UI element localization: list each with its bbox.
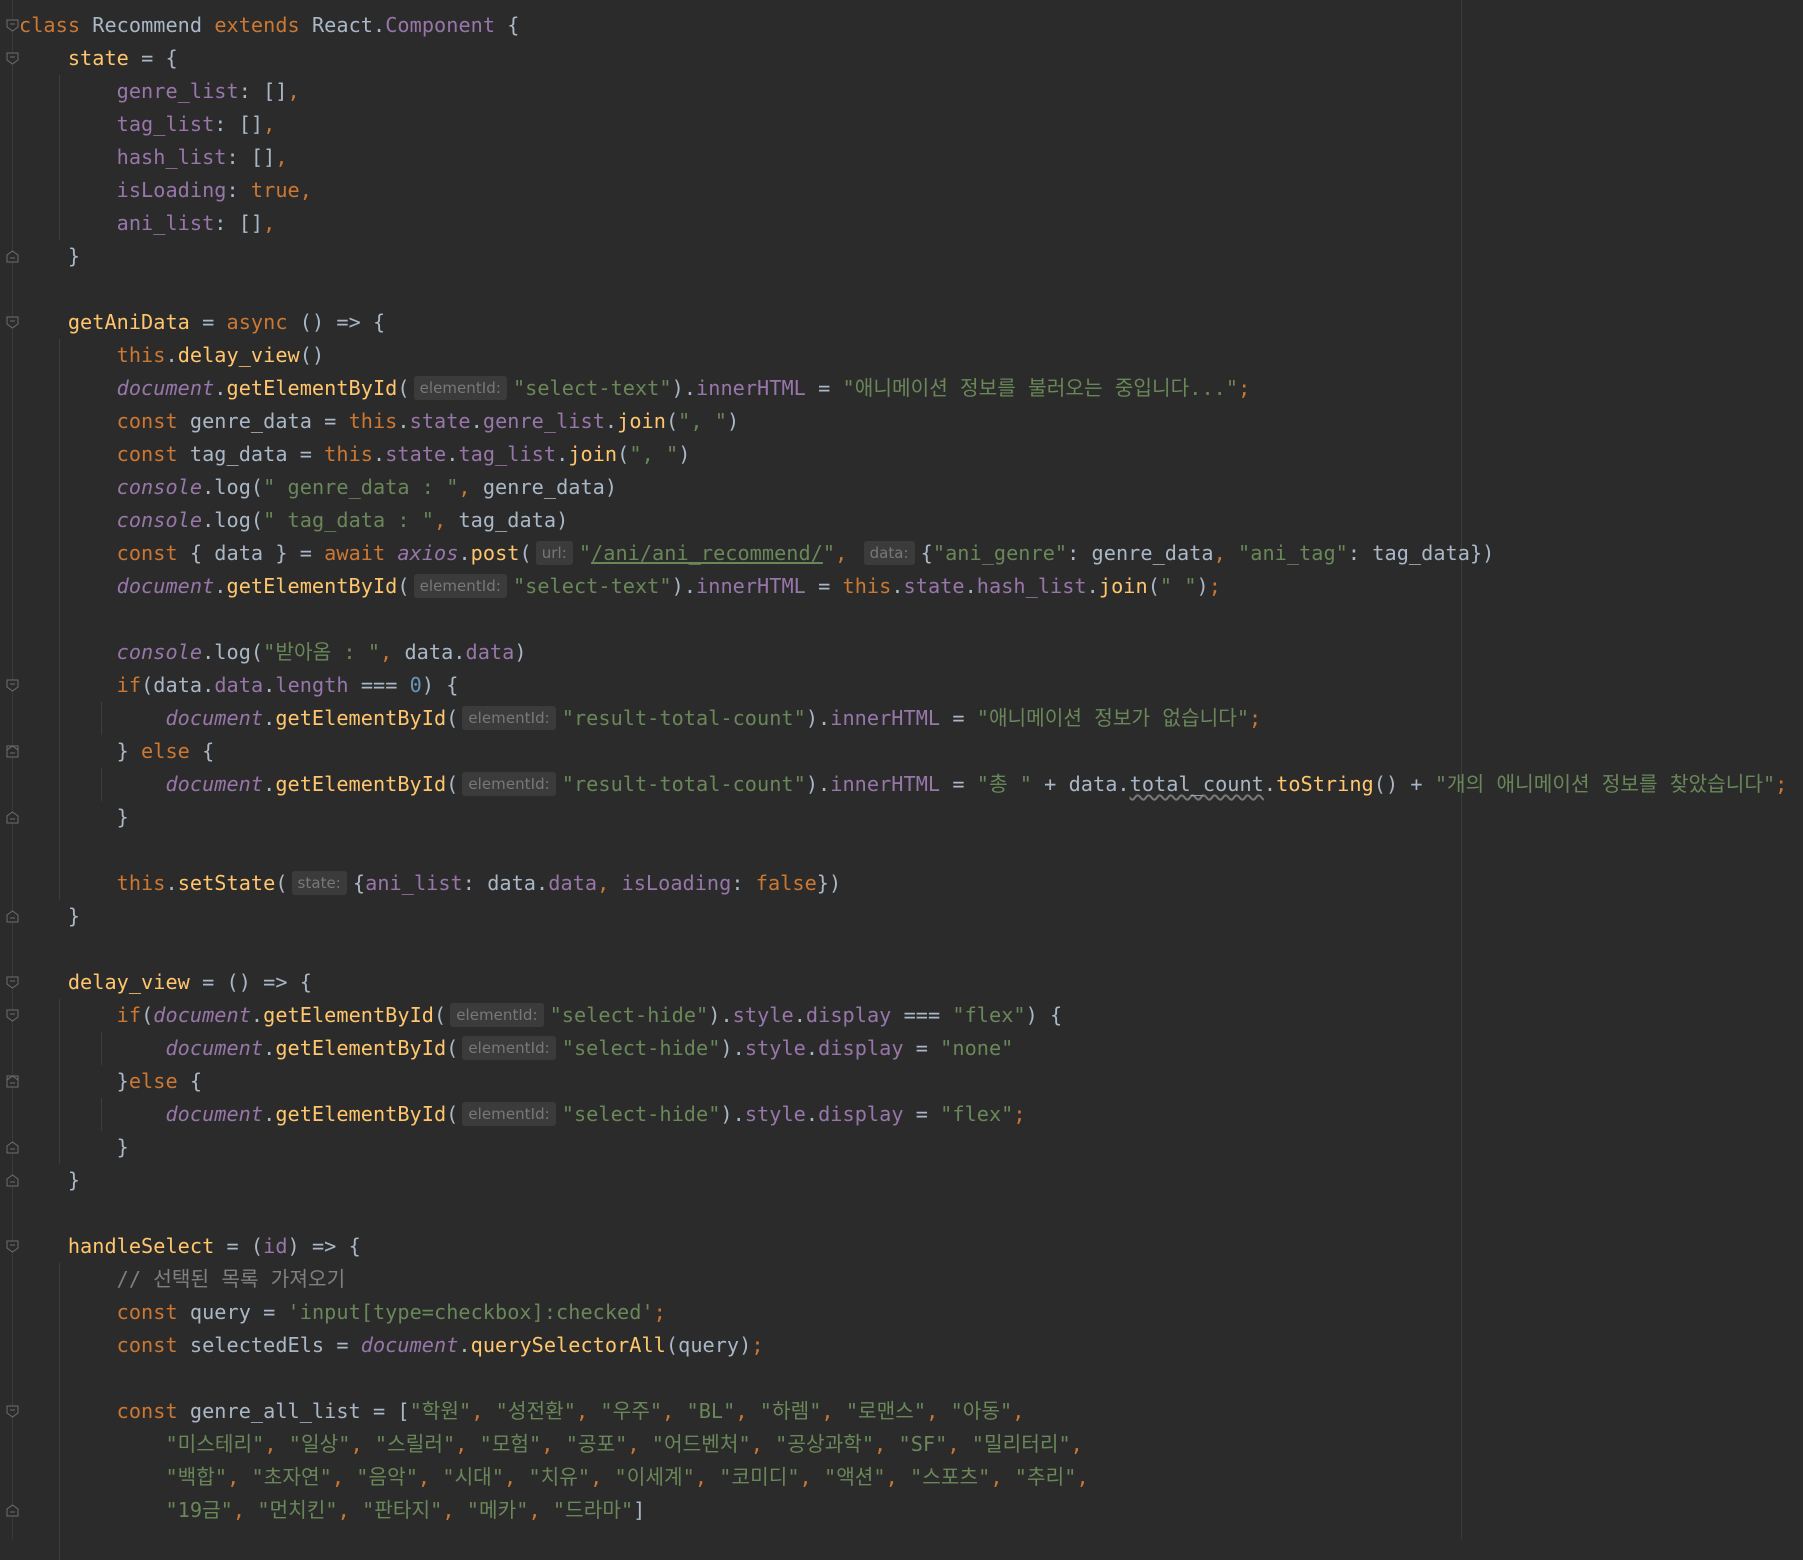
parameter-hint: elementId: [462, 1102, 556, 1126]
fold-close-icon[interactable] [6, 1174, 19, 1187]
fold-close-icon[interactable] [6, 910, 19, 923]
indent-guide [58, 75, 60, 240]
indent-guide [100, 1098, 102, 1131]
parameter-hint: elementId: [462, 1036, 556, 1060]
code-line[interactable]: delay_view = () => { [19, 966, 312, 999]
code-line[interactable]: document.getElementById(elementId: "resul… [19, 702, 1261, 735]
code-line[interactable]: getAniData = async () => { [19, 306, 385, 339]
parameter-hint: state: [291, 871, 347, 895]
code-line[interactable]: const genre_data = this.state.genre_list… [19, 405, 740, 438]
parameter-hint: elementId: [462, 706, 556, 730]
code-editor[interactable]: class Recommend extends React.Component … [0, 0, 1803, 1560]
code-line[interactable]: const selectedEls = document.querySelect… [19, 1329, 764, 1362]
code-line[interactable]: ani_list: [], [19, 207, 276, 240]
code-line[interactable]: } [19, 1131, 129, 1164]
code-line[interactable]: genre_list: [], [19, 75, 300, 108]
code-line[interactable]: "백합", "초자연", "음악", "시대", "치유", "이세계", "코… [19, 1461, 1089, 1494]
fold-close-icon[interactable] [6, 1504, 19, 1517]
fold-open-icon[interactable] [6, 52, 19, 65]
code-line[interactable]: document.getElementById(elementId: "selec… [19, 372, 1250, 405]
fold-close-icon[interactable] [6, 250, 19, 263]
parameter-hint: elementId: [462, 772, 556, 796]
code-line[interactable]: console.log("받아옴 : ", data.data) [19, 636, 527, 669]
code-line[interactable]: } [19, 240, 80, 273]
indent-guide [100, 1032, 102, 1065]
fold-open-icon[interactable] [6, 679, 19, 692]
code-line[interactable]: document.getElementById(elementId: "resul… [19, 768, 1787, 801]
code-line[interactable]: console.log(" tag_data : ", tag_data) [19, 504, 569, 537]
parameter-hint: elementId: [413, 574, 507, 598]
code-line[interactable]: const genre_all_list = ["학원", "성전환", "우주… [19, 1395, 1025, 1428]
fold-open-icon[interactable] [6, 976, 19, 989]
code-line[interactable]: } [19, 900, 80, 933]
fold-close-icon[interactable] [6, 1075, 19, 1088]
code-line[interactable]: } [19, 1164, 80, 1197]
indent-guide [100, 702, 102, 735]
code-line[interactable]: handleSelect = (id) => { [19, 1230, 361, 1263]
code-line[interactable]: class Recommend extends React.Component … [19, 9, 519, 42]
fold-open-icon[interactable] [6, 1405, 19, 1418]
indent-guide [58, 339, 60, 900]
fold-open-icon[interactable] [6, 1240, 19, 1253]
indent-guide [58, 999, 60, 1164]
code-line[interactable]: document.getElementById(elementId: "selec… [19, 570, 1221, 603]
code-line[interactable]: console.log(" genre_data : ", genre_data… [19, 471, 617, 504]
fold-close-icon[interactable] [6, 1141, 19, 1154]
parameter-hint: data: [863, 541, 915, 565]
parameter-hint: url: [535, 541, 573, 565]
code-line[interactable]: }else { [19, 1065, 202, 1098]
code-line[interactable]: } else { [19, 735, 215, 768]
indent-guide [100, 768, 102, 801]
code-line[interactable]: // 선택된 목록 가져오기 [19, 1263, 346, 1296]
code-line[interactable]: isLoading: true, [19, 174, 312, 207]
fold-close-icon[interactable] [6, 811, 19, 824]
code-line[interactable]: this.setState(state: {ani_list: data.data… [19, 867, 841, 900]
code-line[interactable]: tag_list: [], [19, 108, 276, 141]
code-line[interactable]: this.delay_view() [19, 339, 324, 372]
fold-open-icon[interactable] [6, 19, 19, 32]
code-line[interactable]: if(document.getElementById(elementId: "se… [19, 999, 1062, 1032]
code-line[interactable]: const query = 'input[type=checkbox]:chec… [19, 1296, 666, 1329]
code-line[interactable]: state = { [19, 42, 178, 75]
fold-open-icon[interactable] [6, 1009, 19, 1022]
indent-guide [58, 1263, 60, 1560]
parameter-hint: elementId: [450, 1003, 544, 1027]
code-line[interactable]: "19금", "먼치킨", "판타지", "메카", "드라마"] [19, 1494, 645, 1527]
code-line[interactable]: if(data.data.length === 0) { [19, 669, 459, 702]
code-line[interactable]: document.getElementById(elementId: "selec… [19, 1098, 1026, 1131]
code-line[interactable]: "미스테리", "일상", "스릴러", "모험", "공포", "어드벤처",… [19, 1428, 1083, 1461]
code-line[interactable]: document.getElementById(elementId: "selec… [19, 1032, 1013, 1065]
code-line[interactable]: const tag_data = this.state.tag_list.joi… [19, 438, 691, 471]
parameter-hint: elementId: [413, 376, 507, 400]
fold-close-icon[interactable] [6, 745, 19, 758]
code-line[interactable]: } [19, 801, 129, 834]
code-line[interactable]: const { data } = await axios.post(url: "/… [19, 537, 1494, 570]
fold-open-icon[interactable] [6, 316, 19, 329]
